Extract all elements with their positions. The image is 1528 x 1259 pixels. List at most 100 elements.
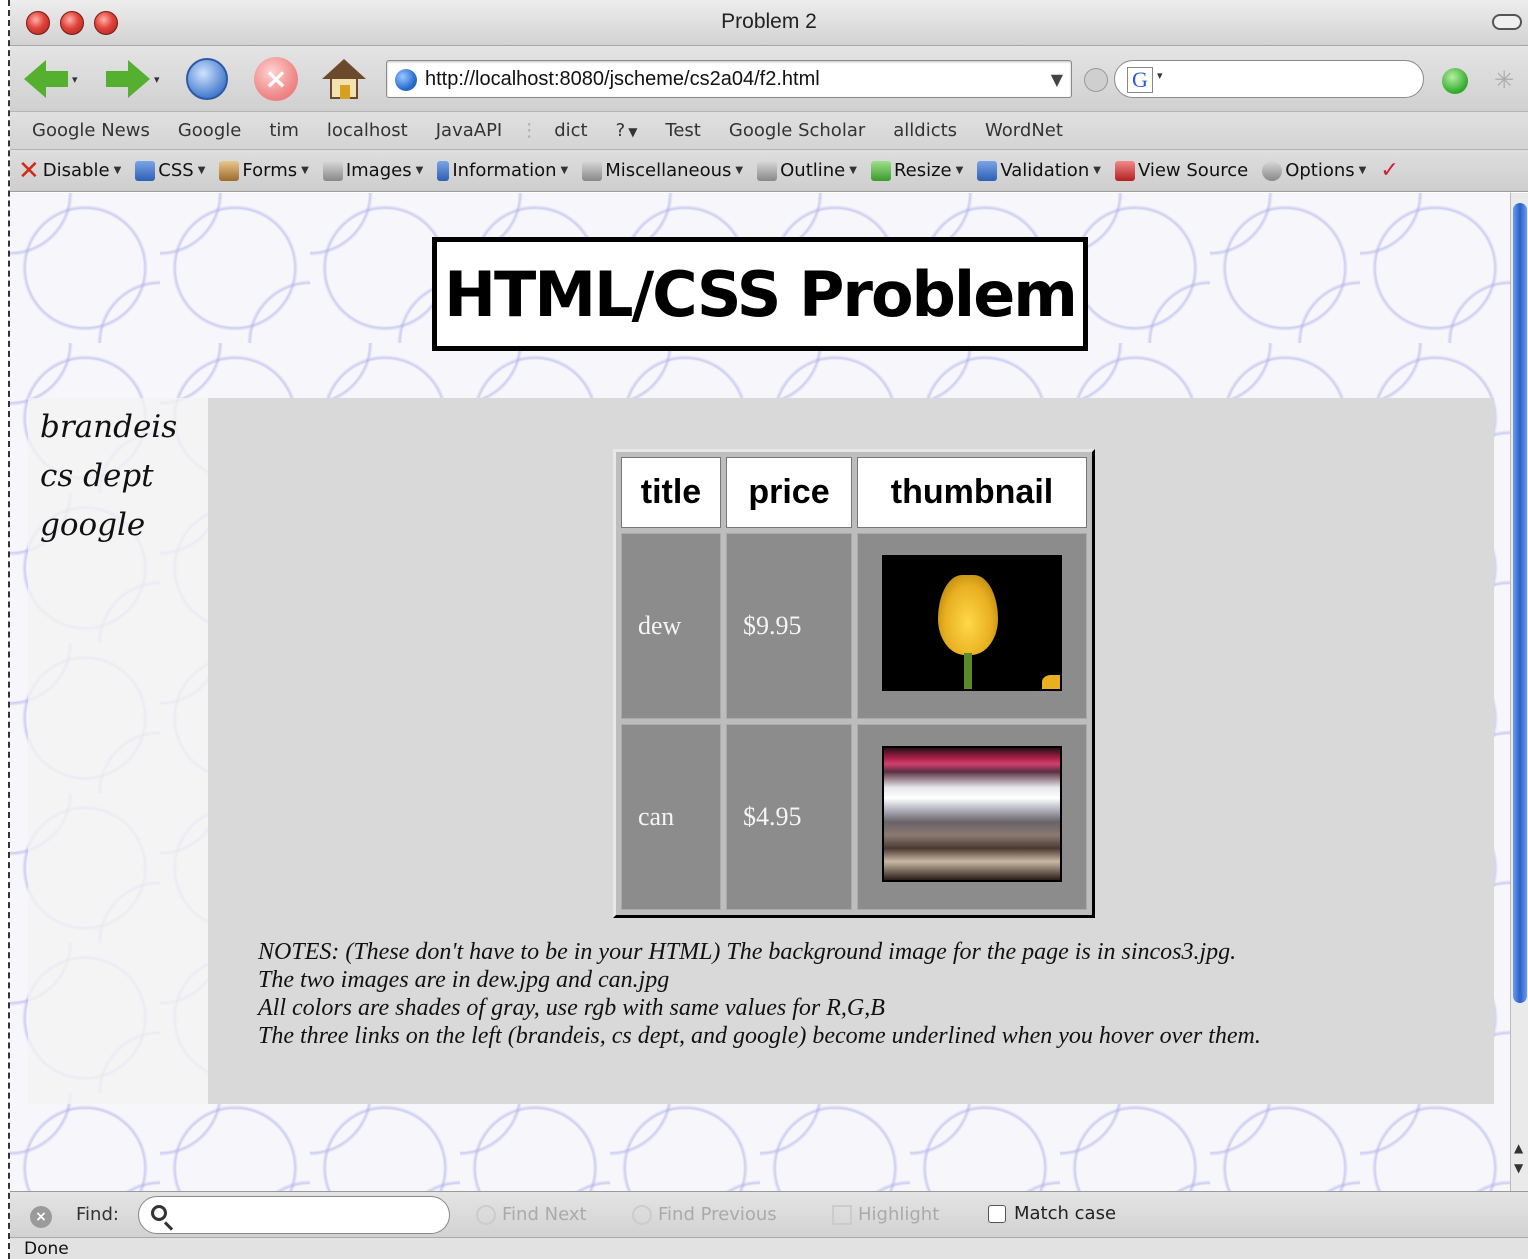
bookmark-dict[interactable]: dict bbox=[554, 120, 587, 141]
vertical-scrollbar[interactable]: ▲ ▼ bbox=[1510, 193, 1528, 1191]
close-find-icon[interactable]: × bbox=[30, 1206, 52, 1228]
match-case-checkbox[interactable]: Match case bbox=[988, 1203, 1116, 1224]
view-source-icon bbox=[1114, 160, 1135, 181]
find-input[interactable] bbox=[138, 1196, 450, 1234]
images-icon bbox=[322, 160, 343, 181]
home-button[interactable] bbox=[322, 56, 366, 102]
devbar-outline-label: Outline bbox=[780, 160, 846, 181]
devbar-disable[interactable]: ✕ Disable ▼ bbox=[18, 155, 122, 186]
devbar-resize-label: Resize bbox=[893, 160, 952, 181]
page-heading: HTML/CSS Problem bbox=[432, 237, 1088, 351]
devbar-view-source[interactable]: View Source bbox=[1114, 160, 1248, 181]
forward-arrow-shaft bbox=[106, 71, 128, 87]
find-previous-label: Find Previous bbox=[658, 1204, 777, 1225]
product-table: title price thumbnail dew $9.95 can $4.9… bbox=[613, 449, 1095, 918]
devbar-resize[interactable]: Resize ▼ bbox=[870, 160, 964, 181]
highlight-button[interactable]: Highlight bbox=[832, 1204, 939, 1225]
back-arrow-icon bbox=[24, 60, 46, 98]
miscellaneous-icon bbox=[582, 160, 603, 181]
status-bar: Done bbox=[10, 1237, 1528, 1259]
go-button-icon[interactable] bbox=[1084, 68, 1108, 92]
devbar-forms[interactable]: Forms ▼ bbox=[219, 160, 309, 181]
table-row: can $4.95 bbox=[621, 724, 1087, 910]
devbar-images[interactable]: Images ▼ bbox=[322, 160, 424, 181]
bookmark-alldicts[interactable]: alldicts bbox=[893, 120, 957, 141]
content-panel: title price thumbnail dew $9.95 can $4.9… bbox=[208, 398, 1494, 1104]
chevron-down-icon: ▼ bbox=[301, 165, 309, 176]
site-globe-icon bbox=[395, 69, 417, 91]
forward-dropdown-icon[interactable]: ▾ bbox=[154, 73, 160, 86]
find-bar: × Find: Find Next Find Previous Highligh… bbox=[10, 1191, 1528, 1237]
x-icon: ✕ bbox=[18, 155, 40, 186]
bookmark-question[interactable]: ? ▼ bbox=[616, 120, 638, 141]
chevron-down-icon: ▼ bbox=[735, 165, 744, 176]
devbar-options-label: Options bbox=[1285, 160, 1355, 181]
window-title: Problem 2 bbox=[721, 10, 817, 33]
chevron-down-icon: ▼ bbox=[415, 165, 424, 176]
navigation-toolbar: ▾ ▾ × http://localhost:8080/jscheme/cs2a… bbox=[10, 46, 1528, 112]
cell-title: dew bbox=[621, 533, 721, 719]
back-button[interactable]: ▾ bbox=[24, 56, 78, 102]
devbar-miscellaneous[interactable]: Miscellaneous ▼ bbox=[582, 160, 743, 181]
scroll-down-icon[interactable]: ▼ bbox=[1514, 1161, 1523, 1175]
checkbox-icon bbox=[988, 1204, 1006, 1223]
search-engine-dropdown-icon[interactable]: ▾ bbox=[1157, 69, 1163, 82]
page-viewport: HTML/CSS Problem brandeis cs dept google… bbox=[10, 193, 1510, 1191]
stop-button[interactable]: × bbox=[254, 56, 298, 102]
bookmark-wordnet[interactable]: WordNet bbox=[985, 120, 1063, 141]
toolbar-toggle-icon[interactable] bbox=[1492, 14, 1522, 30]
cell-price: $4.95 bbox=[726, 724, 852, 910]
reload-button[interactable] bbox=[186, 56, 228, 102]
devbar-images-label: Images bbox=[345, 160, 412, 181]
bookmark-javaapi[interactable]: JavaAPI bbox=[436, 120, 503, 141]
bookmark-google[interactable]: Google bbox=[178, 120, 241, 141]
search-field[interactable]: G ▾ bbox=[1114, 60, 1424, 98]
bookmark-google-scholar[interactable]: Google Scholar bbox=[729, 120, 865, 141]
bookmark-test[interactable]: Test bbox=[665, 120, 700, 141]
stop-icon: × bbox=[254, 57, 298, 101]
find-next-button[interactable]: Find Next bbox=[476, 1204, 587, 1225]
find-previous-button[interactable]: Find Previous bbox=[632, 1204, 777, 1225]
highlight-label: Highlight bbox=[858, 1204, 940, 1225]
chevron-down-icon: ▼ bbox=[197, 165, 206, 176]
devbar-information[interactable]: Information ▼ bbox=[437, 160, 568, 181]
information-icon bbox=[437, 160, 450, 181]
devbar-check[interactable]: ✓ bbox=[1380, 158, 1401, 183]
url-text[interactable]: http://localhost:8080/jscheme/cs2a04/f2.… bbox=[425, 68, 820, 91]
tulip-thumbnail bbox=[882, 554, 1062, 691]
url-history-dropdown-icon[interactable]: ▼ bbox=[1051, 70, 1063, 89]
highlight-icon bbox=[832, 1204, 852, 1225]
notes-block: NOTES: (These don't have to be in your H… bbox=[258, 938, 1478, 1050]
google-engine-icon[interactable]: G bbox=[1127, 67, 1153, 93]
tulip-stem bbox=[964, 652, 972, 689]
devbar-css[interactable]: CSS ▼ bbox=[135, 160, 205, 181]
devbar-css-label: CSS bbox=[158, 160, 194, 181]
green-status-icon[interactable] bbox=[1442, 68, 1468, 94]
bookmark-tim[interactable]: tim bbox=[269, 120, 299, 141]
note-line: The three links on the left (brandeis, c… bbox=[258, 1023, 1261, 1049]
chevron-down-icon: ▼ bbox=[955, 165, 964, 176]
back-dropdown-icon[interactable]: ▾ bbox=[72, 73, 78, 86]
table-row: dew $9.95 bbox=[621, 533, 1087, 719]
forward-button[interactable]: ▾ bbox=[106, 56, 160, 102]
nav-link-google[interactable]: google bbox=[40, 502, 208, 551]
chevron-down-icon: ▼ bbox=[560, 165, 569, 176]
chevron-down-icon: ▼ bbox=[113, 165, 122, 176]
bookmark-localhost[interactable]: localhost bbox=[327, 120, 408, 141]
forward-arrow-icon bbox=[128, 60, 150, 98]
tulip-flower bbox=[938, 574, 998, 655]
find-label: Find: bbox=[76, 1204, 119, 1225]
reload-icon bbox=[186, 58, 228, 100]
nav-link-cs-dept[interactable]: cs dept bbox=[40, 453, 208, 502]
scroll-up-icon[interactable]: ▲ bbox=[1514, 1141, 1523, 1155]
devbar-options[interactable]: Options ▼ bbox=[1262, 160, 1366, 181]
url-field[interactable]: http://localhost:8080/jscheme/cs2a04/f2.… bbox=[386, 60, 1072, 98]
bookmark-google-news[interactable]: Google News bbox=[32, 120, 150, 141]
home-icon bbox=[322, 57, 366, 101]
cell-title: can bbox=[621, 724, 721, 910]
scrollbar-thumb[interactable] bbox=[1513, 203, 1527, 1003]
devbar-disable-label: Disable bbox=[42, 160, 110, 181]
devbar-outline[interactable]: Outline ▼ bbox=[757, 160, 857, 181]
devbar-validation[interactable]: Validation ▼ bbox=[977, 160, 1101, 181]
nav-link-brandeis[interactable]: brandeis bbox=[40, 404, 208, 453]
